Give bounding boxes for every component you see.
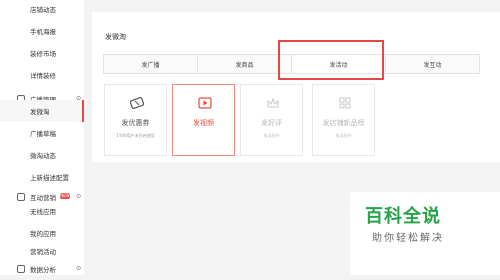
crown-icon (267, 97, 279, 108)
tab-interaction[interactable]: 发互动 (385, 54, 480, 74)
grid-icon (339, 97, 351, 109)
feature-label: 发视频 (193, 119, 214, 127)
feature-label: 发店铺新品榜 (322, 119, 365, 127)
sidebar-item-label: 手机海报 (30, 28, 56, 36)
highlight-box (278, 40, 384, 80)
sidebar-item-label: 我的应用 (30, 230, 56, 238)
sidebar-item-label: 上新描述配置 (30, 174, 69, 182)
ticket-icon (130, 97, 144, 109)
sidebar-item-label: 广播草稿 (30, 130, 56, 138)
sidebar-item-label: 店铺动态 (30, 6, 56, 14)
watermark: 百科全说 助你轻松解决 (350, 192, 500, 275)
sidebar-section-label: 数据分析 (30, 266, 56, 274)
feature-coupon[interactable]: 发优惠券 1%的用户未开启使用 (104, 84, 167, 156)
sidebar-item-weitao-news[interactable]: 微淘动态 (0, 144, 84, 166)
sidebar-section-data-analysis[interactable]: 数据分析 ⊙ (0, 258, 84, 280)
post-weitao-panel: 发微淘 发广播 发商品 发活动 发互动 发优惠券 1%的用户未开启使用 发视频 … (92, 12, 500, 162)
sidebar-item-broadcast-draft[interactable]: 广播草稿 (0, 122, 84, 144)
feature-subtitle: 敬请期待 (263, 133, 280, 138)
chevron-down-icon: ⊙ (76, 265, 82, 272)
feature-label: 发好评 (261, 119, 282, 127)
watermark-subtitle: 助你轻松解决 (372, 233, 444, 244)
page-title: 发微淘 (105, 33, 126, 41)
feature-video[interactable]: 发视频 (172, 84, 235, 156)
sidebar-item-detail-decor[interactable]: 详情装修 (0, 64, 84, 86)
new-badge: NEW (60, 193, 70, 199)
chevron-down-icon: ⊙ (76, 193, 82, 200)
sidebar-item-label: 无线应用 (30, 208, 56, 216)
feature-label: 发优惠券 (121, 119, 150, 127)
tab-broadcast[interactable]: 发广播 (103, 54, 198, 74)
sidebar-item-new-desc-config[interactable]: 上新描述配置 (0, 166, 84, 188)
sidebar-item-decor-market[interactable]: 装修市场 (0, 42, 84, 64)
watermark-title: 百科全说 (365, 206, 441, 227)
feature-subtitle: 敬请期待 (335, 133, 352, 138)
sidebar-item-post-weitao[interactable]: 发微淘 (0, 100, 84, 122)
sidebar: 店铺动态 手机海报 装修市场 详情装修 广播管理 ⊙ 发微淘 广播草稿 微淘动态… (0, 0, 84, 275)
chart-icon (17, 265, 25, 273)
sidebar-item-label: 发微淘 (30, 108, 50, 116)
play-icon (198, 97, 212, 109)
sidebar-item-label: 微淘动态 (30, 152, 56, 160)
sidebar-item-mobile-poster[interactable]: 手机海报 (0, 20, 84, 42)
feature-good-review[interactable]: 发好评 敬请期待 (240, 84, 303, 156)
sidebar-item-label: 营销活动 (30, 248, 56, 256)
sidebar-item-label: 详情装修 (30, 72, 56, 80)
sidebar-item-label: 装修市场 (30, 50, 56, 58)
gutter (84, 0, 92, 275)
sidebar-item-shop-news[interactable]: 店铺动态 (0, 0, 84, 20)
feature-subtitle: 1%的用户未开启使用 (116, 133, 155, 138)
sidebar-item-wireless-apps[interactable]: 无线应用 (0, 200, 84, 222)
feature-new-product-ranking[interactable]: 发店铺新品榜 敬请期待 (312, 84, 375, 156)
